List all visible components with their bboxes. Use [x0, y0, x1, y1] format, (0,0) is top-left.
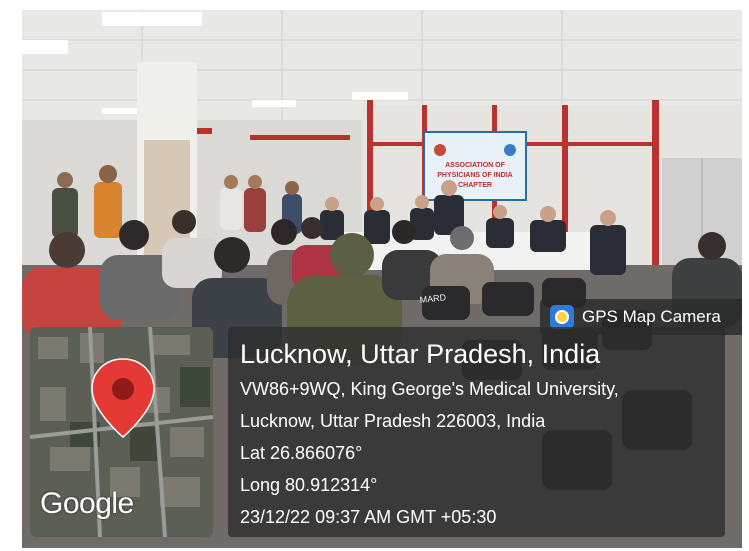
longitude: Long 80.912314°	[240, 475, 378, 495]
banner-line-1: ASSOCIATION OF	[445, 162, 505, 169]
address-line-2: Lucknow, Uttar Pradesh 226003, India	[240, 411, 546, 431]
location-info-panel: Lucknow, Uttar Pradesh, India VW86+9WQ, …	[228, 327, 725, 537]
map-thumbnail: Google	[30, 327, 213, 537]
timestamp: 23/12/22 09:37 AM GMT +05:30	[240, 507, 497, 527]
gps-map-camera-label: GPS Map Camera	[582, 307, 721, 326]
address-line-1: VW86+9WQ, King George's Medical Universi…	[240, 379, 619, 399]
google-watermark: Google	[40, 487, 134, 520]
banner-line-2: PHYSICIANS OF INDIA	[437, 172, 512, 179]
banner-line-3: CHAPTER	[458, 182, 492, 189]
location-title: Lucknow, Uttar Pradesh, India	[240, 339, 601, 369]
latitude: Lat 26.866076°	[240, 443, 363, 463]
gps-map-camera-app-icon	[550, 305, 574, 329]
